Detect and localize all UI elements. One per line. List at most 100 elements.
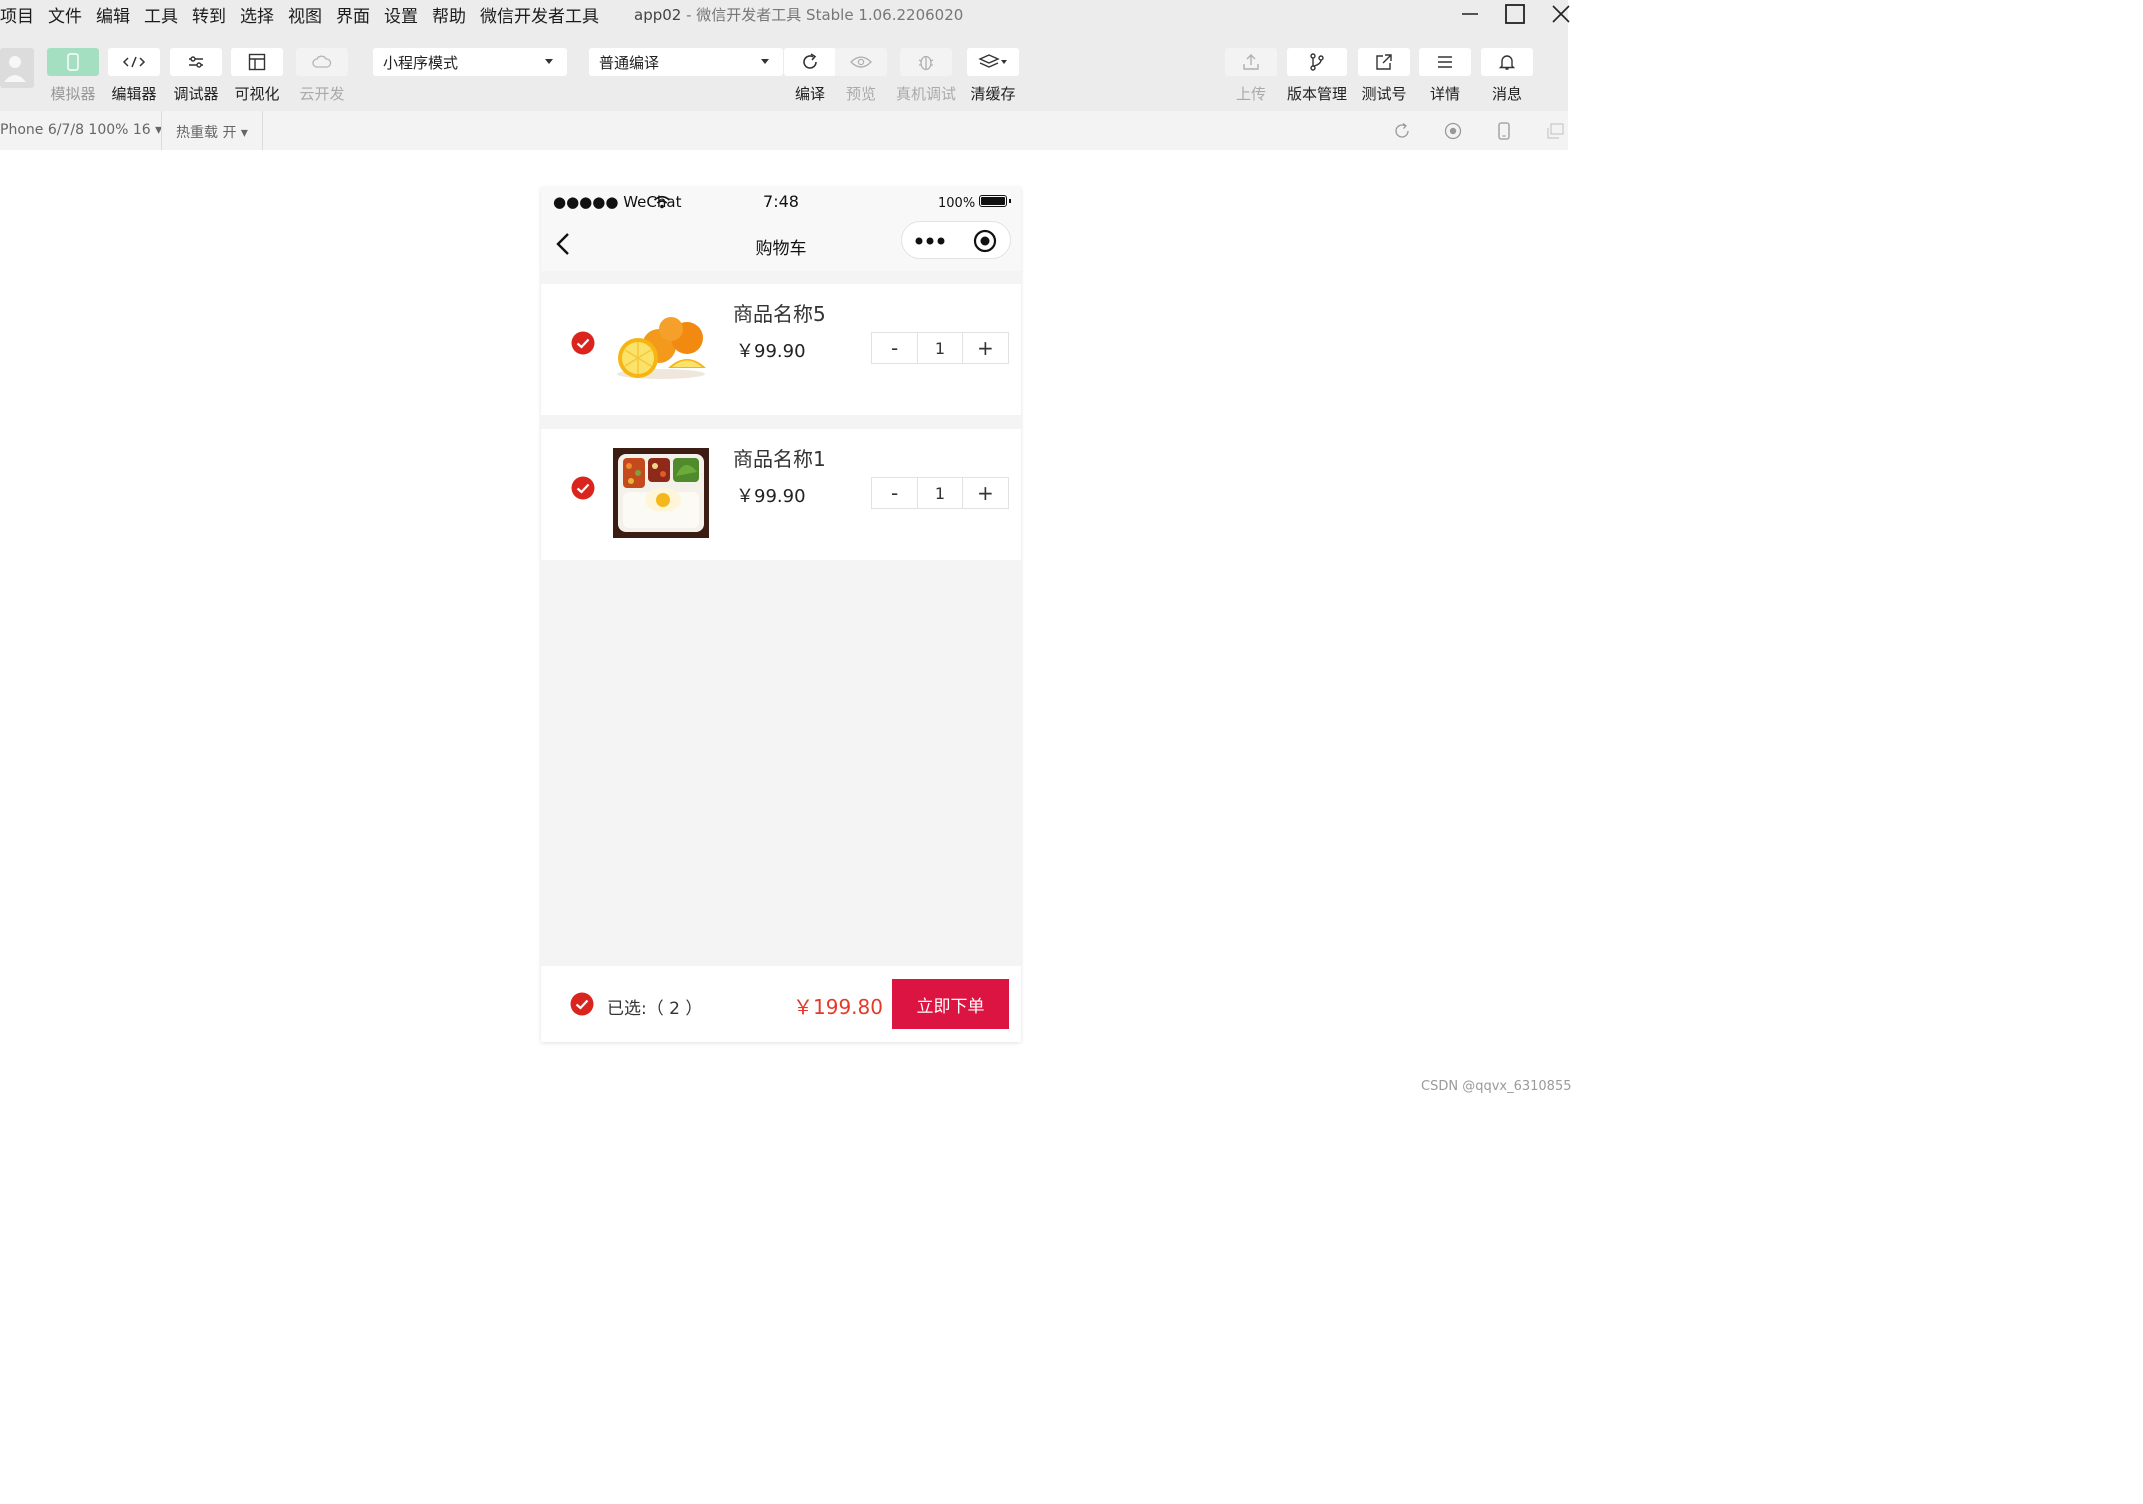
messages-box (1481, 48, 1533, 76)
compile-select[interactable]: 普通编译 (589, 48, 783, 76)
item-price: ￥99.90 (736, 341, 806, 362)
select-all-checkbox-icon[interactable] (570, 992, 594, 1016)
status-bar: ●●●●● WeChat 7:48 100% (541, 187, 1021, 217)
phone-icon (67, 53, 79, 71)
bell-icon (1498, 55, 1516, 70)
detach-window-icon[interactable] (1547, 123, 1565, 139)
upload-icon (1243, 54, 1259, 70)
battery-icon (979, 195, 1011, 207)
item-price: ￥99.90 (736, 486, 806, 507)
close-miniprogram-icon[interactable] (973, 229, 997, 253)
checkbox-checked-icon[interactable] (571, 476, 595, 500)
menu-settings[interactable]: 设置 (384, 2, 418, 27)
device-icon[interactable] (1497, 122, 1511, 140)
remote-debug-label: 真机调试 (896, 85, 957, 103)
clear-cache-button[interactable]: 清缓存 (967, 48, 1019, 104)
upload-label: 上传 (1235, 85, 1266, 103)
cart-footer: 已选:（ 2 ） ￥199.80 立即下单 (541, 966, 1021, 1042)
checkbox-checked-icon[interactable] (571, 331, 595, 355)
test-account-label: 测试号 (1361, 85, 1407, 103)
details-button[interactable]: 详情 (1419, 48, 1471, 104)
phone-simulator: ●●●●● WeChat 7:48 100% 购物车 商品名称5 ￥99.90 (541, 187, 1021, 1042)
simulator-label: 模拟器 (50, 85, 96, 103)
more-icon[interactable] (915, 237, 945, 245)
menu-tools[interactable]: 工具 (144, 2, 178, 27)
simulator-button[interactable]: 模拟器 (47, 48, 99, 104)
stop-icon[interactable] (1444, 122, 1462, 140)
increase-button[interactable]: + (963, 478, 1008, 508)
toolbar: 模拟器 编辑器 调试器 可视化 云开发 小程序模式 普通编译 编译 预览 真机调… (0, 28, 1568, 111)
watermark: CSDN @qqvx_6310855 (1421, 1079, 1572, 1094)
menu-help[interactable]: 帮助 (432, 2, 466, 27)
version-button[interactable]: 版本管理 (1287, 48, 1347, 104)
simulator-box (47, 48, 99, 76)
debugger-button[interactable]: 调试器 (170, 48, 222, 104)
menu-project[interactable]: 项目 (0, 2, 34, 27)
version-label: 版本管理 (1287, 85, 1348, 103)
maximize-icon[interactable] (1503, 2, 1527, 26)
menu-view[interactable]: 视图 (288, 2, 322, 27)
chevron-down-icon (545, 59, 553, 64)
battery-percent: 100% (938, 196, 976, 211)
layout-icon (248, 53, 266, 71)
quantity-value[interactable]: 1 (917, 478, 963, 508)
editor-button[interactable]: 编辑器 (108, 48, 160, 104)
mode-select-value: 小程序模式 (383, 53, 459, 72)
visual-button[interactable]: 可视化 (231, 48, 283, 104)
debugger-label: 调试器 (173, 85, 219, 103)
minimize-icon[interactable] (1458, 2, 1482, 26)
window-title-sep: - (681, 6, 697, 24)
quantity-value[interactable]: 1 (917, 333, 963, 363)
close-icon[interactable] (1549, 2, 1573, 26)
test-account-button[interactable]: 测试号 (1358, 48, 1410, 104)
menu-edit[interactable]: 编辑 (96, 2, 130, 27)
preview-box (835, 48, 887, 76)
menu-goto[interactable]: 转到 (192, 2, 226, 27)
cloud-box (296, 48, 348, 76)
nav-bar: 购物车 (541, 217, 1021, 271)
hot-reload-select[interactable]: 热重载 开 ▾ (176, 122, 248, 142)
window-title-rest: 微信开发者工具 Stable 1.06.2206020 (696, 6, 964, 24)
menu-bar: 项目 文件 编辑 工具 转到 选择 视图 界面 设置 帮助 微信开发者工具 ap… (0, 0, 1570, 28)
divider (161, 111, 162, 150)
menu-file[interactable]: 文件 (48, 2, 82, 27)
item-name: 商品名称1 (733, 447, 826, 471)
upload-button[interactable]: 上传 (1225, 48, 1277, 104)
rotate-icon[interactable] (1393, 122, 1411, 140)
chevron-down-icon (761, 59, 769, 64)
compile-label: 编译 (794, 85, 825, 103)
simulator-bar: Phone 6/7/8 100% 16 ▾ 热重载 开 ▾ (0, 111, 1568, 150)
compile-button[interactable]: 编译 (784, 48, 836, 104)
sliders-icon (189, 56, 203, 68)
version-box (1287, 48, 1347, 76)
increase-button[interactable]: + (963, 333, 1008, 363)
test-account-box (1358, 48, 1410, 76)
divider (262, 111, 263, 150)
capsule-menu (901, 221, 1011, 259)
cart-item: 商品名称5 ￥99.90 - 1 + (541, 284, 1021, 415)
external-link-icon (1376, 54, 1392, 70)
menu-select[interactable]: 选择 (240, 2, 274, 27)
mode-select[interactable]: 小程序模式 (373, 48, 567, 76)
upload-box (1225, 48, 1277, 76)
device-select[interactable]: Phone 6/7/8 100% 16 ▾ (0, 122, 162, 138)
decrease-button[interactable]: - (872, 333, 917, 363)
visual-box (231, 48, 283, 76)
menu-interface[interactable]: 界面 (336, 2, 370, 27)
avatar[interactable] (0, 48, 34, 88)
decrease-button[interactable]: - (872, 478, 917, 508)
menu-wechat-devtools[interactable]: 微信开发者工具 (480, 2, 599, 27)
messages-label: 消息 (1491, 85, 1522, 103)
quantity-stepper: - 1 + (871, 477, 1009, 509)
orange-image (613, 314, 709, 384)
cloud-button[interactable]: 云开发 (296, 48, 348, 104)
editor-label: 编辑器 (111, 85, 157, 103)
total-price: ￥199.80 (793, 995, 883, 1019)
preview-button[interactable]: 预览 (835, 48, 887, 104)
menu-icon (1438, 56, 1452, 68)
eye-icon (850, 56, 872, 68)
remote-debug-button[interactable]: 真机调试 (896, 48, 956, 104)
messages-button[interactable]: 消息 (1481, 48, 1533, 104)
item-name: 商品名称5 (733, 302, 826, 326)
place-order-button[interactable]: 立即下单 (892, 979, 1009, 1029)
